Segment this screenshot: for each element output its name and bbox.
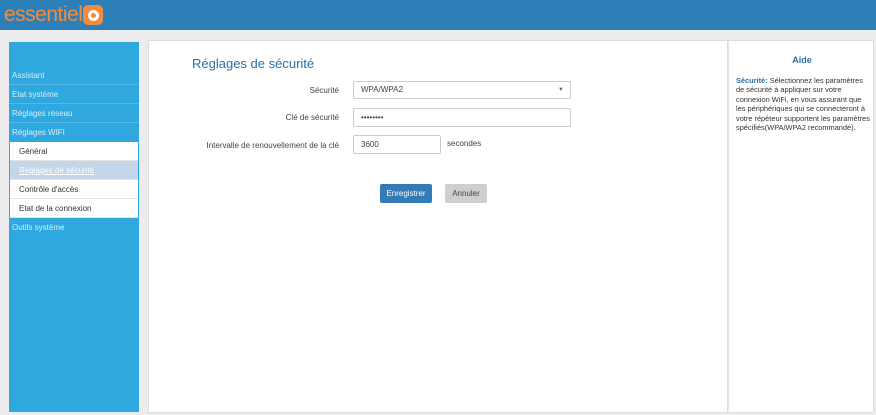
page-title: Réglages de sécurité: [192, 56, 315, 71]
sidebar-item-reglages-reseau[interactable]: Réglages réseau: [9, 104, 139, 123]
sidebar-subitem-general[interactable]: Général: [10, 142, 138, 161]
sidebar-item-etat-systeme[interactable]: Etat système: [9, 85, 139, 104]
sidebar-subitem-controle-acces[interactable]: Contrôle d'accès: [10, 180, 138, 199]
save-button[interactable]: Enregistrer: [380, 184, 432, 203]
sidebar-item-reglages-wifi[interactable]: Réglages WIFI: [9, 123, 139, 142]
main-panel: Réglages de sécurité Sécurité WPA/WPA2 ▼…: [148, 40, 728, 413]
security-label: Sécurité: [309, 86, 339, 95]
security-key-label: Clé de sécurité: [285, 113, 339, 122]
sidebar-nav: Assistant Etat système Réglages réseau R…: [9, 42, 139, 412]
security-key-input[interactable]: ••••••••: [353, 108, 571, 127]
interval-unit-label: secondes: [447, 139, 482, 148]
sidebar-item-assistant[interactable]: Assistant: [9, 66, 139, 85]
logo-text: essentiel: [4, 3, 83, 26]
help-text: Sécurité: Sélectionnez les paramètres de…: [736, 76, 871, 132]
security-mode-select[interactable]: WPA/WPA2 ▼: [353, 81, 571, 99]
sidebar-subitem-etat-connexion[interactable]: Etat de la connexion: [10, 199, 138, 218]
top-header: essentiel: [0, 0, 876, 30]
key-interval-input[interactable]: 3600: [353, 135, 441, 154]
brand-logo: essentiel: [4, 2, 104, 28]
key-interval-label: Intervalle de renouvellement de la clé: [206, 141, 339, 150]
help-title: Aide: [792, 55, 812, 65]
cancel-button[interactable]: Annuler: [445, 184, 487, 203]
help-panel: Aide Sécurité: Sélectionnez les paramètr…: [728, 40, 874, 413]
sidebar-subitem-reglages-securite[interactable]: Réglages de sécurité: [10, 161, 138, 180]
logo-b-icon: [83, 5, 104, 25]
dropdown-arrow-icon: ▼: [558, 87, 564, 93]
help-term: Sécurité:: [736, 76, 768, 85]
sidebar-item-outils-systeme[interactable]: Outils système: [9, 218, 139, 237]
security-mode-value: WPA/WPA2: [361, 85, 403, 94]
